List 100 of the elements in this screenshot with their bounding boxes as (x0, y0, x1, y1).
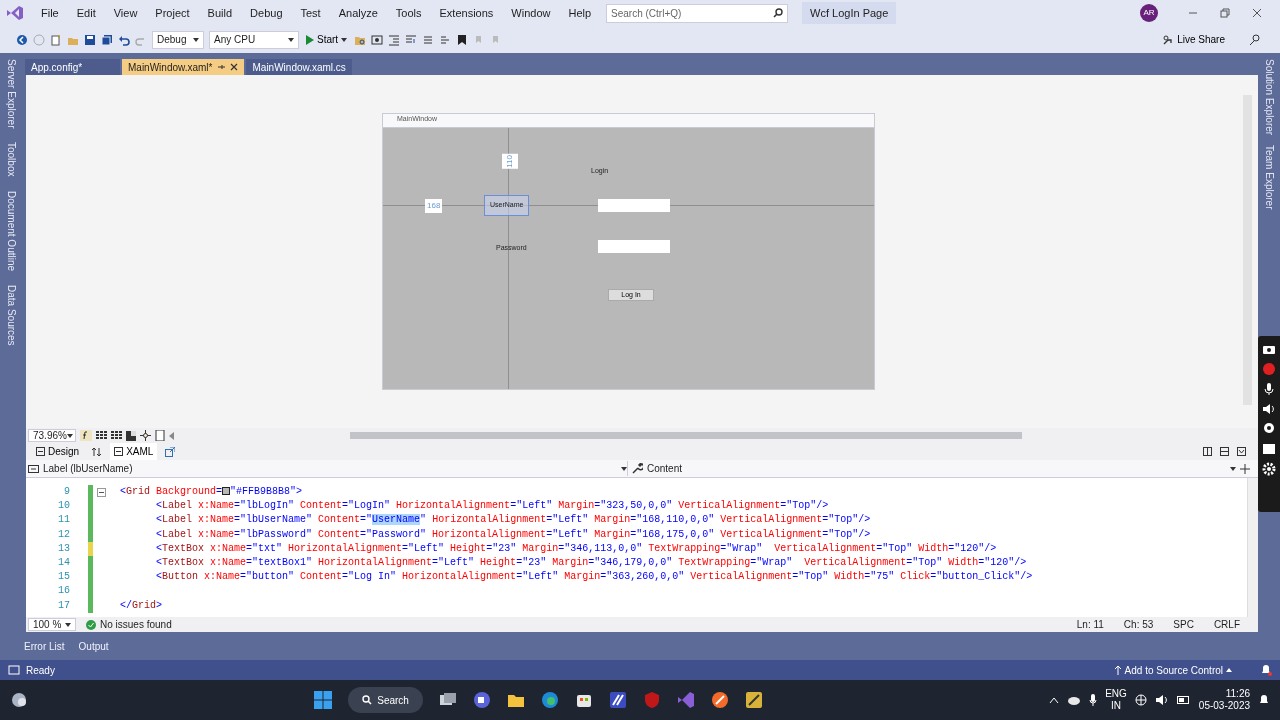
view-tab[interactable]: Design (32, 443, 84, 460)
battery-icon[interactable] (1176, 696, 1191, 704)
line-number: 15 (57, 570, 70, 585)
menu-item[interactable]: Test (291, 2, 330, 24)
shield-icon[interactable] (642, 691, 661, 709)
menu-item[interactable]: Edit (67, 2, 105, 24)
uncomment-icon[interactable] (439, 33, 452, 46)
start-button[interactable]: Start (304, 32, 350, 47)
menu-item[interactable]: Build (198, 2, 242, 24)
split-horizontal-icon[interactable] (1220, 447, 1229, 456)
swap-panes-icon[interactable] (91, 446, 103, 457)
contrast-icon[interactable] (126, 430, 136, 441)
comment-icon[interactable] (422, 33, 435, 46)
chevron-up-icon[interactable] (1049, 696, 1060, 704)
notification-bell-icon[interactable] (1260, 664, 1272, 676)
popout-icon[interactable] (165, 446, 176, 457)
margin-label: 168 (425, 199, 443, 213)
menu-item[interactable]: Debug (241, 2, 292, 24)
restore-icon[interactable] (1220, 8, 1230, 18)
weather-icon[interactable] (10, 691, 28, 709)
menu-item[interactable]: Window (502, 2, 560, 24)
source-control-button[interactable]: Add to Source Control (1111, 662, 1234, 678)
cloud-icon[interactable] (1067, 695, 1082, 705)
microphone-icon[interactable] (1089, 694, 1098, 706)
zoom-dropdown[interactable]: 73.96% (28, 429, 76, 442)
bookmark-icon[interactable] (456, 33, 469, 46)
menu-item[interactable]: File (32, 2, 68, 24)
search-field[interactable]: Search (Ctrl+Q) (606, 3, 789, 23)
scroll-left-icon[interactable] (169, 431, 174, 440)
menu-item[interactable]: View (104, 2, 147, 24)
grid-icon[interactable] (96, 431, 107, 440)
tool-window-tab[interactable]: Solution Explorer (1261, 59, 1277, 136)
pin-icon[interactable] (217, 63, 226, 71)
indent-icon[interactable] (388, 33, 401, 46)
language-indicator[interactable]: ENG (1105, 688, 1127, 700)
caret-icon (1230, 466, 1236, 471)
taskbar-search[interactable]: Search (348, 687, 423, 713)
snap-icon[interactable] (140, 430, 151, 441)
collapse-pane-icon[interactable] (1237, 447, 1246, 456)
document-tab[interactable]: MainWindow.xaml* (122, 59, 245, 75)
webcam-icon[interactable] (1262, 422, 1276, 436)
save-all-icon[interactable] (101, 33, 113, 46)
account-avatar[interactable]: AR (1140, 4, 1158, 22)
clock-time[interactable]: 11:26 (1225, 688, 1250, 700)
collapse-icon[interactable] (97, 487, 106, 497)
menu-item[interactable]: Extensions (430, 2, 503, 24)
volume-icon[interactable] (1154, 694, 1169, 706)
network-icon[interactable] (1134, 694, 1147, 706)
visual-studio-icon[interactable] (676, 691, 695, 709)
browser-icon[interactable] (540, 691, 559, 709)
menu-item[interactable]: Tools (386, 2, 431, 24)
tool-window-tab[interactable]: Server Explorer (3, 59, 19, 129)
property-dropdown[interactable]: Content (632, 461, 1236, 476)
grid-snap-icon[interactable] (111, 431, 122, 440)
volume-icon[interactable] (1262, 402, 1276, 416)
check-icon (86, 619, 96, 630)
gear-icon[interactable] (1262, 462, 1276, 476)
formula-icon[interactable] (80, 430, 92, 441)
tool-window-tab[interactable]: Data Sources (3, 285, 19, 346)
photo-editor-icon[interactable] (608, 691, 627, 709)
tool-window-tab[interactable]: Toolbox (3, 142, 19, 177)
platform-dropdown[interactable]: Any CPU (209, 30, 299, 49)
notification-icon[interactable] (1258, 694, 1270, 706)
new-project-icon[interactable] (50, 33, 62, 46)
start-icon[interactable] (314, 691, 333, 709)
configuration-dropdown[interactable]: Debug (152, 30, 204, 49)
tools-icon[interactable] (744, 691, 763, 709)
document-icon[interactable] (155, 430, 165, 441)
menu-item[interactable]: Analyze (329, 2, 387, 24)
scrollbar[interactable] (1247, 478, 1258, 617)
split-add-icon[interactable] (1240, 463, 1250, 474)
window-icon[interactable] (1262, 442, 1276, 456)
live-share-button[interactable]: Live Share (1160, 32, 1227, 47)
save-icon[interactable] (84, 33, 96, 46)
tool-window-tab[interactable]: Document Outline (3, 190, 19, 271)
brush-icon[interactable] (710, 691, 729, 709)
close-icon[interactable] (230, 63, 239, 71)
screenshot-icon[interactable] (371, 33, 384, 46)
video-call-icon[interactable] (472, 691, 491, 709)
back-icon[interactable] (16, 33, 28, 46)
microphone-icon[interactable] (1262, 382, 1276, 396)
close-icon[interactable] (1252, 8, 1262, 18)
zoom-dropdown[interactable]: 100 % (28, 618, 76, 631)
split-vertical-icon[interactable] (1203, 447, 1212, 456)
element-dropdown[interactable]: Label (lbUserName) (28, 461, 628, 476)
outdent-icon[interactable] (405, 33, 418, 46)
menu-item[interactable]: Project (146, 2, 199, 24)
tool-window-tab[interactable]: Team Explorer (1261, 145, 1277, 210)
scrollbar[interactable] (350, 432, 1022, 439)
editor-status-text: CRLF (1213, 618, 1240, 632)
menu-item[interactable]: Help (559, 2, 601, 24)
document-tab[interactable]: App.config* (25, 59, 120, 75)
panel-tab[interactable]: Output (76, 639, 111, 654)
region-indicator[interactable]: IN (1111, 700, 1121, 712)
clock-date[interactable]: 05-03-2023 (1198, 700, 1250, 712)
view-tab[interactable]: XAML (110, 443, 158, 460)
panel-tab[interactable]: Error List (22, 639, 67, 654)
feedback-icon[interactable] (1249, 33, 1261, 46)
document-tab[interactable]: MainWindow.xaml.cs (246, 59, 352, 75)
record-icon[interactable] (1262, 362, 1276, 376)
